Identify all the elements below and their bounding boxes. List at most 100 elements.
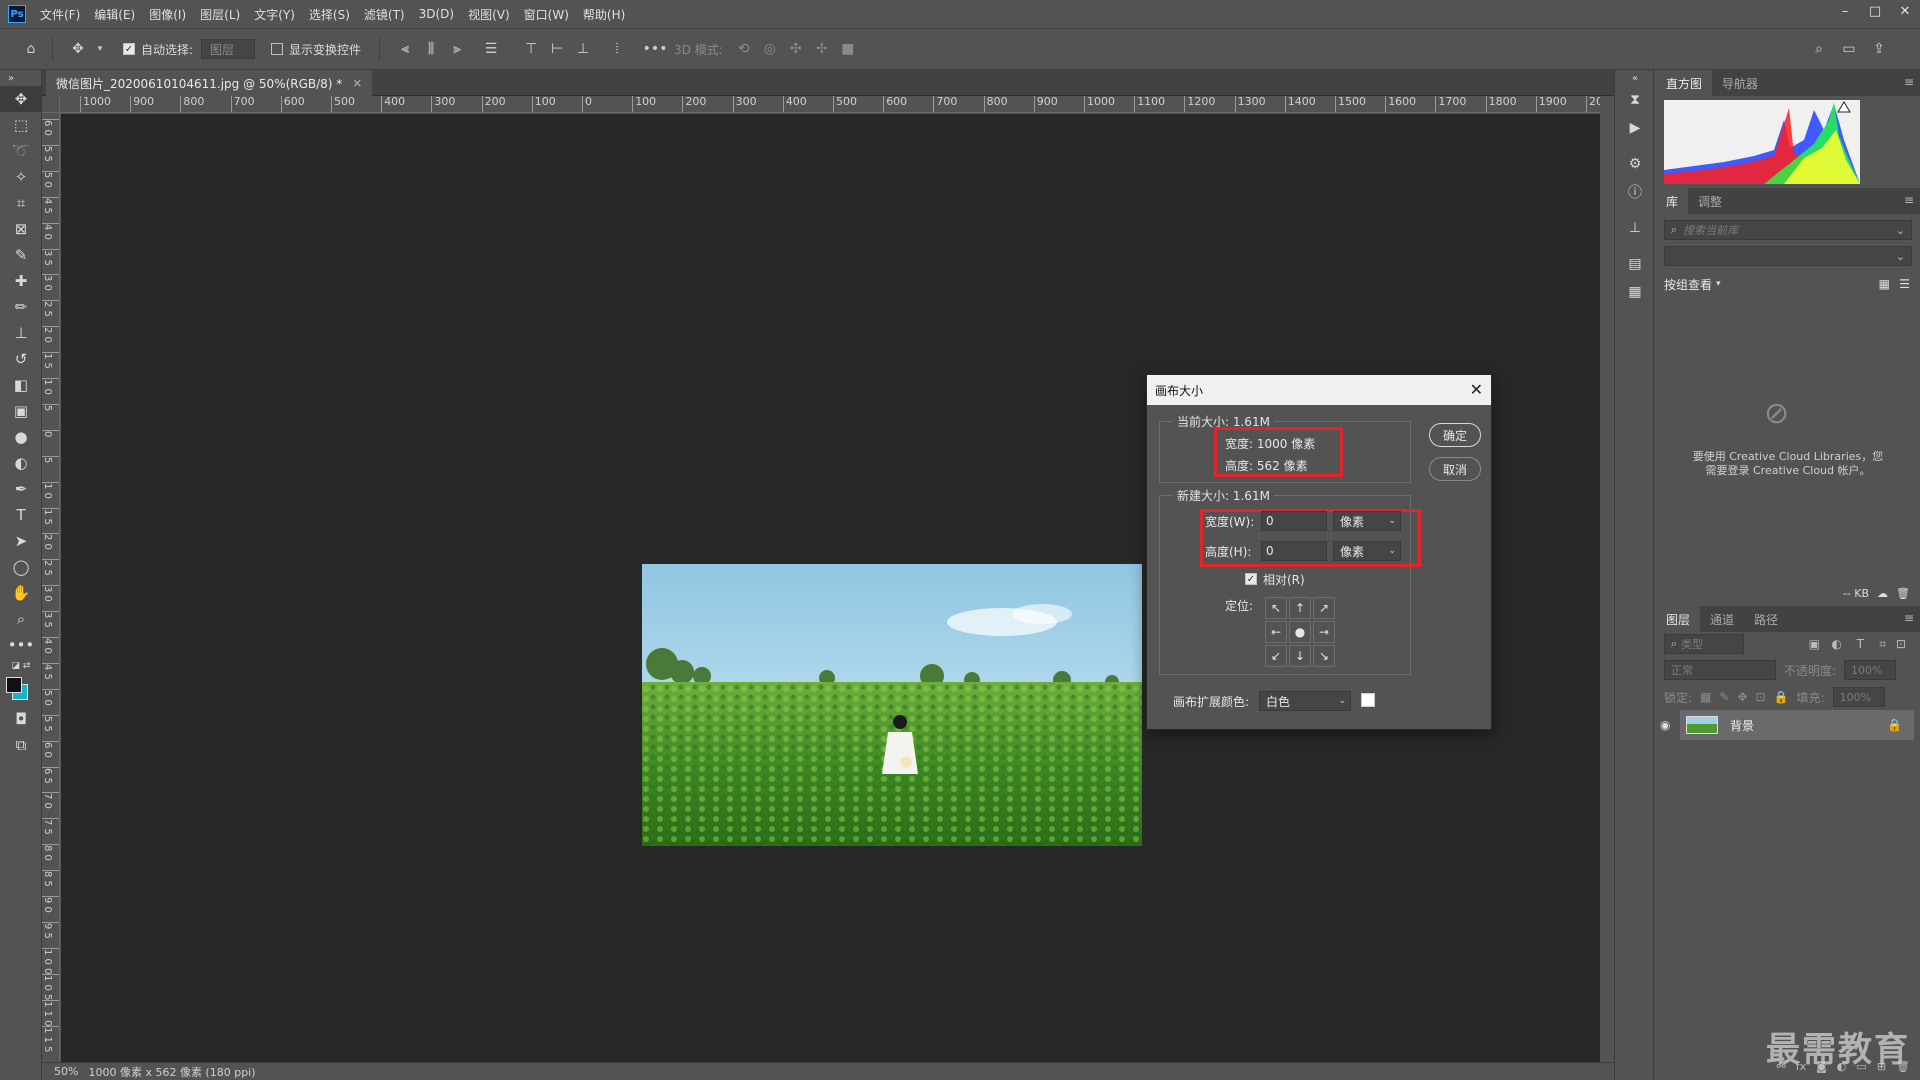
lock-all-icon[interactable]: 🔒 — [1774, 690, 1789, 704]
brush-tool-icon[interactable]: ✏ — [0, 294, 42, 320]
screen-mode-icon[interactable]: ⧉ — [0, 732, 42, 758]
library-search-input[interactable]: ⌕ 搜索当前库 ⌄ — [1664, 220, 1912, 240]
pen-tool-icon[interactable]: ✒ — [0, 476, 42, 502]
opacity-input[interactable]: 100% — [1844, 660, 1897, 680]
zoom-level[interactable]: 50% — [54, 1065, 78, 1078]
ellipse-tool-icon[interactable]: ◯ — [0, 554, 42, 580]
zoom-tool-icon[interactable]: ⌕ — [0, 606, 42, 632]
eye-icon[interactable]: ◉ — [1660, 718, 1670, 732]
tab-library[interactable]: 库 — [1656, 188, 1689, 214]
align-hcenter-icon[interactable]: ⫼ — [420, 38, 442, 60]
expand-toolbar-icon[interactable]: » — [0, 70, 42, 86]
anchor-bottom-left[interactable]: ↙ — [1265, 645, 1287, 667]
filter-type-icon[interactable]: T — [1857, 637, 1864, 651]
actions-play-icon[interactable]: ▶ — [1615, 114, 1655, 142]
info-icon[interactable]: ⓘ — [1615, 178, 1655, 206]
width-input[interactable]: 0 — [1261, 511, 1327, 531]
distribute-v-icon[interactable]: ⦙ — [606, 38, 628, 60]
chevron-down-icon[interactable]: ▾ — [89, 38, 111, 60]
lasso-tool-icon[interactable]: ➰ — [0, 138, 42, 164]
eraser-tool-icon[interactable]: ◧ — [0, 372, 42, 398]
clone-source-icon[interactable]: ⊥ — [1615, 214, 1655, 242]
3d-orbit-icon[interactable]: ⟲ — [733, 38, 755, 60]
history-icon[interactable]: ⧗ — [1615, 86, 1655, 114]
panel-menu-icon[interactable]: ≡ — [1904, 75, 1914, 89]
panel-menu-icon[interactable]: ≡ — [1904, 193, 1914, 207]
home-icon[interactable]: ⌂ — [20, 38, 42, 60]
menu-image[interactable]: 图像(I) — [149, 6, 186, 23]
align-bottom-icon[interactable]: ⊥ — [572, 38, 594, 60]
blend-mode-select[interactable]: 正常 — [1664, 660, 1776, 680]
eyedropper-tool-icon[interactable]: ✎ — [0, 242, 42, 268]
3d-slide-icon[interactable]: ✢ — [811, 38, 833, 60]
move-tool-icon[interactable]: ✥ — [0, 86, 42, 112]
trash-icon[interactable]: 🗑 — [1896, 587, 1910, 600]
filter-shape-icon[interactable]: ⌗ — [1879, 637, 1886, 652]
align-left-icon[interactable]: ⫷ — [394, 38, 416, 60]
filter-pixel-icon[interactable]: ▣ — [1809, 637, 1820, 651]
width-unit-select[interactable]: 像素 ⌄ — [1333, 511, 1401, 531]
menu-select[interactable]: 选择(S) — [309, 6, 350, 23]
gradient-tool-icon[interactable]: ▣ — [0, 398, 42, 424]
marquee-tool-icon[interactable]: ⬚ — [0, 112, 42, 138]
anchor-bottom-right[interactable]: ↘ — [1313, 645, 1335, 667]
3d-roll-icon[interactable]: ◎ — [759, 38, 781, 60]
grid-view-icon[interactable]: ▦ — [1879, 277, 1890, 291]
cloud-sync-icon[interactable]: ☁ — [1877, 587, 1888, 600]
tab-paths[interactable]: 路径 — [1744, 606, 1788, 632]
filter-adjustment-icon[interactable]: ◐ — [1832, 637, 1842, 651]
tab-navigator[interactable]: 导航器 — [1712, 70, 1768, 96]
anchor-center[interactable]: ● — [1289, 621, 1311, 643]
share-icon[interactable]: ⇪ — [1868, 38, 1890, 60]
menu-edit[interactable]: 编辑(E) — [94, 6, 135, 23]
show-transform-checkbox[interactable] — [271, 43, 284, 55]
auto-select-dropdown[interactable]: 图层 — [201, 39, 256, 59]
menu-filter[interactable]: 滤镜(T) — [364, 6, 405, 23]
dodge-tool-icon[interactable]: ◐ — [0, 450, 42, 476]
hand-tool-icon[interactable]: ✋ — [0, 580, 42, 606]
horizontal-ruler[interactable]: 1000 900 800 700 600 500 400 300 200 100 0 100 200 30… — [60, 96, 1600, 113]
quick-mask-icon[interactable]: ◘ — [0, 706, 42, 732]
anchor-top-right[interactable]: ↗ — [1313, 597, 1335, 619]
anchor-top[interactable]: ↑ — [1289, 597, 1311, 619]
library-select[interactable]: ⌄ — [1664, 246, 1912, 266]
search-icon[interactable]: ⌕ — [1808, 38, 1830, 60]
fill-input[interactable]: 100% — [1832, 687, 1885, 707]
tab-adjustments[interactable]: 调整 — [1688, 188, 1732, 214]
list-view-icon[interactable]: ☰ — [1899, 277, 1910, 291]
edit-toolbar-icon[interactable]: ••• — [0, 632, 42, 658]
magic-wand-tool-icon[interactable]: ✧ — [0, 164, 42, 190]
anchor-bottom[interactable]: ↓ — [1289, 645, 1311, 667]
history-brush-tool-icon[interactable]: ↺ — [0, 346, 42, 372]
clone-stamp-tool-icon[interactable]: ⊥ — [0, 320, 42, 346]
healing-brush-tool-icon[interactable]: ✚ — [0, 268, 42, 294]
ext-color-select[interactable]: 白色 ⌄ — [1259, 691, 1351, 711]
close-icon[interactable]: ✕ — [1470, 380, 1483, 399]
align-top-icon[interactable]: ⊤ — [520, 38, 542, 60]
group-view-label[interactable]: 按组查看 — [1664, 276, 1712, 293]
crop-tool-icon[interactable]: ⌗ — [0, 190, 42, 216]
document-image[interactable] — [642, 564, 1142, 846]
lock-transparent-icon[interactable]: ▦ — [1700, 690, 1711, 704]
anchor-top-left[interactable]: ↖ — [1265, 597, 1287, 619]
layer-row[interactable]: ◉ 背景 🔒 — [1660, 710, 1914, 740]
menu-3d[interactable]: 3D(D) — [419, 7, 454, 21]
relative-checkbox[interactable]: ✓ — [1245, 573, 1257, 585]
type-tool-icon[interactable]: T — [0, 502, 42, 528]
chevron-down-icon[interactable]: ▾ — [1716, 279, 1721, 289]
color-swatches[interactable] — [0, 674, 42, 706]
layer-filter-select[interactable]: ⌕ 类型 — [1664, 634, 1744, 654]
lock-pixels-icon[interactable]: ✎ — [1719, 690, 1729, 704]
auto-select-checkbox[interactable]: ✓ — [123, 43, 135, 55]
layer-comps-icon[interactable]: ▤ — [1615, 250, 1655, 278]
properties-icon[interactable]: ⚙ — [1615, 150, 1655, 178]
ext-color-swatch[interactable] — [1361, 693, 1375, 707]
document-tab[interactable]: 微信图片_20200610104611.jpg @ 50%(RGB/8) * × — [46, 70, 373, 96]
anchor-left[interactable]: ← — [1265, 621, 1287, 643]
blur-tool-icon[interactable]: ● — [0, 424, 42, 450]
menu-window[interactable]: 窗口(W) — [524, 6, 569, 23]
panel-menu-icon[interactable]: ≡ — [1904, 611, 1914, 625]
3d-camera-icon[interactable]: ■ — [837, 38, 859, 60]
close-window-button[interactable]: ✕ — [1890, 0, 1920, 22]
tab-channels[interactable]: 通道 — [1700, 606, 1744, 632]
